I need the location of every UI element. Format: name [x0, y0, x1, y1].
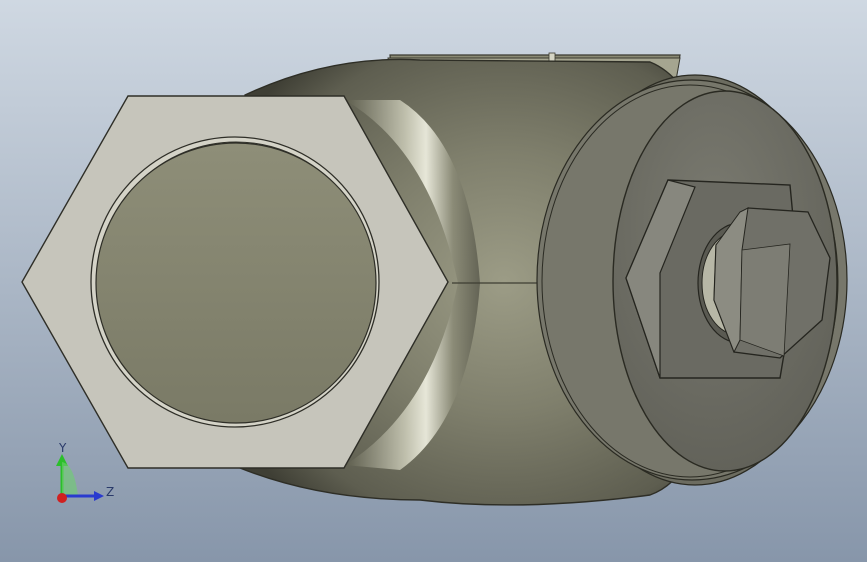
y-axis-label: Y	[58, 441, 67, 455]
z-axis-arrow	[94, 491, 104, 501]
y-axis-shade	[62, 462, 78, 496]
axis-triad: Y Z	[56, 441, 114, 503]
3d-viewport[interactable]: Y Z	[0, 0, 867, 562]
model-scene[interactable]	[0, 0, 867, 562]
inlet-bore	[95, 142, 377, 424]
bolt-head-face-right	[739, 243, 791, 357]
z-axis-label: Z	[106, 485, 114, 499]
x-axis-dot	[57, 493, 67, 503]
